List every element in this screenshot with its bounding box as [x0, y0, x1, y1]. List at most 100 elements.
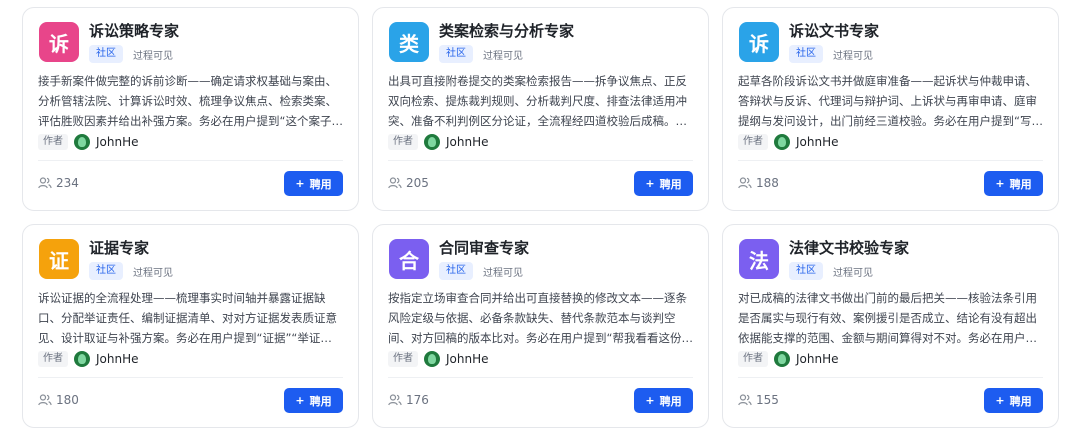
hire-button[interactable]: + 聘用	[984, 171, 1043, 196]
agent-meta: 社区 过程可见	[789, 45, 873, 63]
users-icon	[38, 177, 52, 189]
agent-avatar-icon: 合	[389, 239, 429, 279]
hire-count-value: 155	[756, 393, 779, 407]
agent-description: 按指定立场审查合同并给出可直接替换的修改文本——逐条风险定级与依据、必备条款缺失…	[388, 291, 693, 345]
hire-count-value: 188	[756, 176, 779, 190]
agent-avatar-icon: 法	[739, 239, 779, 279]
agent-avatar-icon: 诉	[39, 22, 79, 62]
visibility-label: 过程可见	[833, 50, 873, 62]
agent-title: 法律文书校验专家	[789, 239, 910, 257]
author-avatar-icon	[74, 351, 90, 367]
agent-title: 诉讼文书专家	[789, 22, 880, 40]
hire-button[interactable]: + 聘用	[284, 171, 343, 196]
hire-button[interactable]: + 聘用	[634, 171, 693, 196]
hire-count: 176	[388, 393, 429, 407]
agent-card[interactable]: 合 合同审查专家 社区 过程可见 按指定立场审查合同并给出可直接替换的修改文本—…	[372, 224, 709, 428]
divider	[38, 160, 343, 161]
visibility-label: 过程可见	[483, 267, 523, 279]
author-avatar-icon	[74, 134, 90, 150]
plus-icon: +	[645, 394, 655, 407]
agent-avatar-icon: 类	[389, 22, 429, 62]
users-icon	[388, 394, 402, 406]
author-avatar-icon	[774, 134, 790, 150]
author-row: 作者 JohnHe	[388, 134, 489, 150]
divider	[738, 160, 1043, 161]
plus-icon: +	[645, 177, 655, 190]
hire-button[interactable]: + 聘用	[284, 388, 343, 413]
author-avatar-icon	[424, 134, 440, 150]
author-name[interactable]: JohnHe	[796, 135, 839, 149]
community-badge: 社区	[789, 262, 823, 280]
agent-meta: 社区 过程可见	[439, 45, 523, 63]
author-name[interactable]: JohnHe	[96, 135, 139, 149]
agent-meta: 社区 过程可见	[89, 45, 173, 63]
users-icon	[738, 177, 752, 189]
author-avatar-icon	[424, 351, 440, 367]
agent-card[interactable]: 类 类案检索与分析专家 社区 过程可见 出具可直接附卷提交的类案检索报告——拆争…	[372, 7, 709, 211]
author-avatar-icon	[774, 351, 790, 367]
visibility-label: 过程可见	[133, 267, 173, 279]
hire-button[interactable]: + 聘用	[634, 388, 693, 413]
plus-icon: +	[295, 394, 305, 407]
hire-count-value: 180	[56, 393, 79, 407]
agent-card-grid: 诉 诉讼策略专家 社区 过程可见 接手新案件做完整的诉前诊断——确定请求权基础与…	[0, 0, 1080, 436]
community-badge: 社区	[89, 45, 123, 63]
hire-button[interactable]: + 聘用	[984, 388, 1043, 413]
hire-count: 180	[38, 393, 79, 407]
agent-meta: 社区 过程可见	[439, 262, 523, 280]
plus-icon: +	[295, 177, 305, 190]
agent-meta: 社区 过程可见	[789, 262, 873, 280]
author-row: 作者 JohnHe	[388, 351, 489, 367]
hire-count: 188	[738, 176, 779, 190]
author-name[interactable]: JohnHe	[446, 135, 489, 149]
author-row: 作者 JohnHe	[38, 134, 139, 150]
author-row: 作者 JohnHe	[738, 351, 839, 367]
visibility-label: 过程可见	[483, 50, 523, 62]
author-name[interactable]: JohnHe	[446, 352, 489, 366]
agent-avatar-icon: 证	[39, 239, 79, 279]
agent-title: 证据专家	[89, 239, 150, 257]
agent-title: 诉讼策略专家	[89, 22, 180, 40]
author-tag: 作者	[738, 134, 768, 150]
agent-description: 起草各阶段诉讼文书并做庭审准备——起诉状与仲裁申请、答辩状与反诉、代理词与辩护词…	[738, 74, 1043, 128]
author-tag: 作者	[388, 134, 418, 150]
hire-count: 155	[738, 393, 779, 407]
users-icon	[38, 394, 52, 406]
author-tag: 作者	[38, 351, 68, 367]
visibility-label: 过程可见	[833, 267, 873, 279]
plus-icon: +	[995, 394, 1005, 407]
agent-avatar-icon: 诉	[739, 22, 779, 62]
agent-card[interactable]: 法 法律文书校验专家 社区 过程可见 对已成稿的法律文书做出门前的最后把关——核…	[722, 224, 1059, 428]
agent-card[interactable]: 证 证据专家 社区 过程可见 诉讼证据的全流程处理——梳理事实时间轴并暴露证据缺…	[22, 224, 359, 428]
community-badge: 社区	[789, 45, 823, 63]
community-badge: 社区	[89, 262, 123, 280]
community-badge: 社区	[439, 45, 473, 63]
author-tag: 作者	[388, 351, 418, 367]
divider	[738, 377, 1043, 378]
author-tag: 作者	[738, 351, 768, 367]
agent-description: 接手新案件做完整的诉前诊断——确定请求权基础与案由、分析管辖法院、计算诉讼时效、…	[38, 74, 343, 128]
agent-title: 类案检索与分析专家	[439, 22, 575, 40]
community-badge: 社区	[439, 262, 473, 280]
plus-icon: +	[995, 177, 1005, 190]
agent-card[interactable]: 诉 诉讼策略专家 社区 过程可见 接手新案件做完整的诉前诊断——确定请求权基础与…	[22, 7, 359, 211]
author-tag: 作者	[38, 134, 68, 150]
hire-count: 234	[38, 176, 79, 190]
users-icon	[738, 394, 752, 406]
hire-count-value: 205	[406, 176, 429, 190]
hire-count-value: 176	[406, 393, 429, 407]
agent-card[interactable]: 诉 诉讼文书专家 社区 过程可见 起草各阶段诉讼文书并做庭审准备——起诉状与仲裁…	[722, 7, 1059, 211]
hire-count: 205	[388, 176, 429, 190]
author-name[interactable]: JohnHe	[796, 352, 839, 366]
agent-title: 合同审查专家	[439, 239, 530, 257]
users-icon	[388, 177, 402, 189]
divider	[38, 377, 343, 378]
divider	[388, 377, 693, 378]
divider	[388, 160, 693, 161]
agent-description: 对已成稿的法律文书做出门前的最后把关——核验法条引用是否属实与现行有效、案例援引…	[738, 291, 1037, 345]
agent-description: 诉讼证据的全流程处理——梳理事实时间轴并暴露证据缺口、分配举证责任、编制证据清单…	[38, 291, 337, 345]
author-name[interactable]: JohnHe	[96, 352, 139, 366]
visibility-label: 过程可见	[133, 50, 173, 62]
author-row: 作者 JohnHe	[738, 134, 839, 150]
author-row: 作者 JohnHe	[38, 351, 139, 367]
